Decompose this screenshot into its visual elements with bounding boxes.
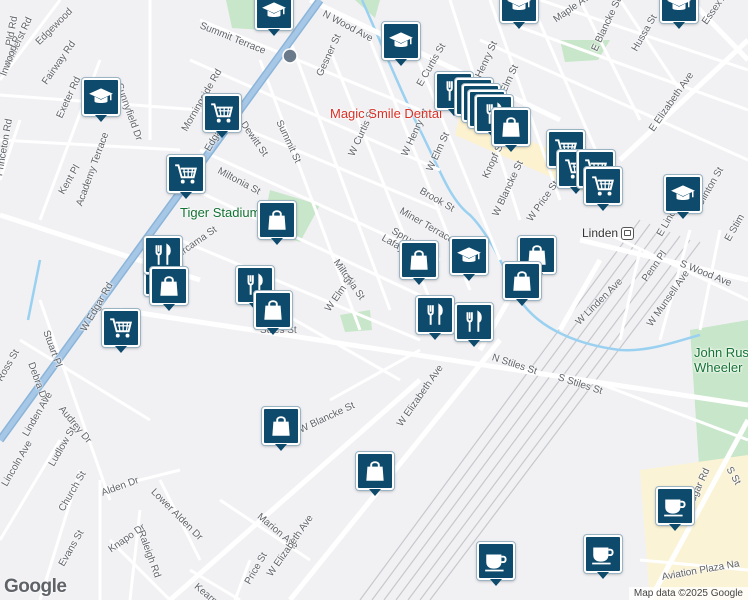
shopping-bag-icon bbox=[156, 273, 182, 299]
school-icon bbox=[261, 0, 287, 24]
place-label[interactable]: John Rus bbox=[694, 345, 748, 360]
shopping-bag-icon bbox=[260, 297, 286, 323]
coffee-pin[interactable] bbox=[584, 535, 622, 579]
linden-station[interactable]: Linden bbox=[582, 226, 635, 240]
restaurant-icon bbox=[150, 242, 176, 268]
shop-pin[interactable] bbox=[503, 262, 541, 306]
shopping-bag-icon bbox=[264, 207, 290, 233]
shopping-cart-icon bbox=[590, 173, 616, 199]
restaurant-pin[interactable] bbox=[455, 303, 493, 347]
school-icon bbox=[388, 28, 414, 54]
place-label[interactable]: Wheeler bbox=[694, 360, 742, 375]
shopping-bag-icon bbox=[406, 247, 432, 273]
school-pin[interactable] bbox=[255, 0, 293, 36]
school-icon bbox=[456, 243, 482, 269]
cart-pin[interactable] bbox=[584, 167, 622, 211]
school-pin[interactable] bbox=[82, 78, 120, 122]
shop-pin[interactable] bbox=[150, 267, 188, 311]
shop-pin[interactable] bbox=[262, 407, 300, 451]
school-pin[interactable] bbox=[382, 22, 420, 66]
restaurant-icon bbox=[422, 302, 448, 328]
map-attribution[interactable]: Map data ©2025 Google bbox=[628, 587, 748, 600]
school-icon bbox=[506, 0, 532, 17]
shop-pin[interactable] bbox=[400, 241, 438, 285]
place-label[interactable]: Tiger Stadium bbox=[180, 205, 260, 220]
coffee-cup-icon bbox=[483, 548, 509, 574]
school-pin[interactable] bbox=[500, 0, 538, 29]
school-pin[interactable] bbox=[450, 237, 488, 281]
coffee-cup-icon bbox=[590, 541, 616, 567]
shopping-bag-icon bbox=[498, 114, 524, 140]
shopping-bag-icon bbox=[268, 413, 294, 439]
shopping-cart-icon bbox=[173, 161, 199, 187]
school-icon bbox=[670, 181, 696, 207]
restaurant-pin[interactable] bbox=[416, 296, 454, 340]
school-icon bbox=[88, 84, 114, 110]
shop-pin[interactable] bbox=[492, 108, 530, 152]
coffee-pin[interactable] bbox=[477, 542, 515, 586]
shopping-cart-icon bbox=[209, 100, 235, 126]
coffee-cup-icon bbox=[662, 493, 688, 519]
coffee-pin[interactable] bbox=[656, 487, 694, 531]
cart-pin[interactable] bbox=[203, 94, 241, 138]
shop-pin[interactable] bbox=[254, 291, 292, 335]
map-canvas[interactable]: N Wood Ave Summit Terrace Edgewood Amherst … bbox=[0, 0, 748, 600]
restaurant-icon bbox=[461, 309, 487, 335]
cart-pin[interactable] bbox=[167, 155, 205, 199]
google-logo: Google bbox=[4, 576, 67, 597]
train-station-icon bbox=[621, 226, 635, 240]
shop-pin[interactable] bbox=[258, 201, 296, 245]
school-icon bbox=[666, 0, 692, 17]
shopping-bag-icon bbox=[362, 458, 388, 484]
station-label: Linden bbox=[582, 226, 619, 240]
school-pin[interactable] bbox=[660, 0, 698, 29]
shop-pin[interactable] bbox=[356, 452, 394, 496]
school-pin[interactable] bbox=[664, 175, 702, 219]
cart-pin[interactable] bbox=[102, 309, 140, 353]
shopping-cart-icon bbox=[108, 315, 134, 341]
place-label[interactable]: Magic Smile Dental bbox=[330, 106, 442, 121]
shopping-bag-icon bbox=[509, 268, 535, 294]
